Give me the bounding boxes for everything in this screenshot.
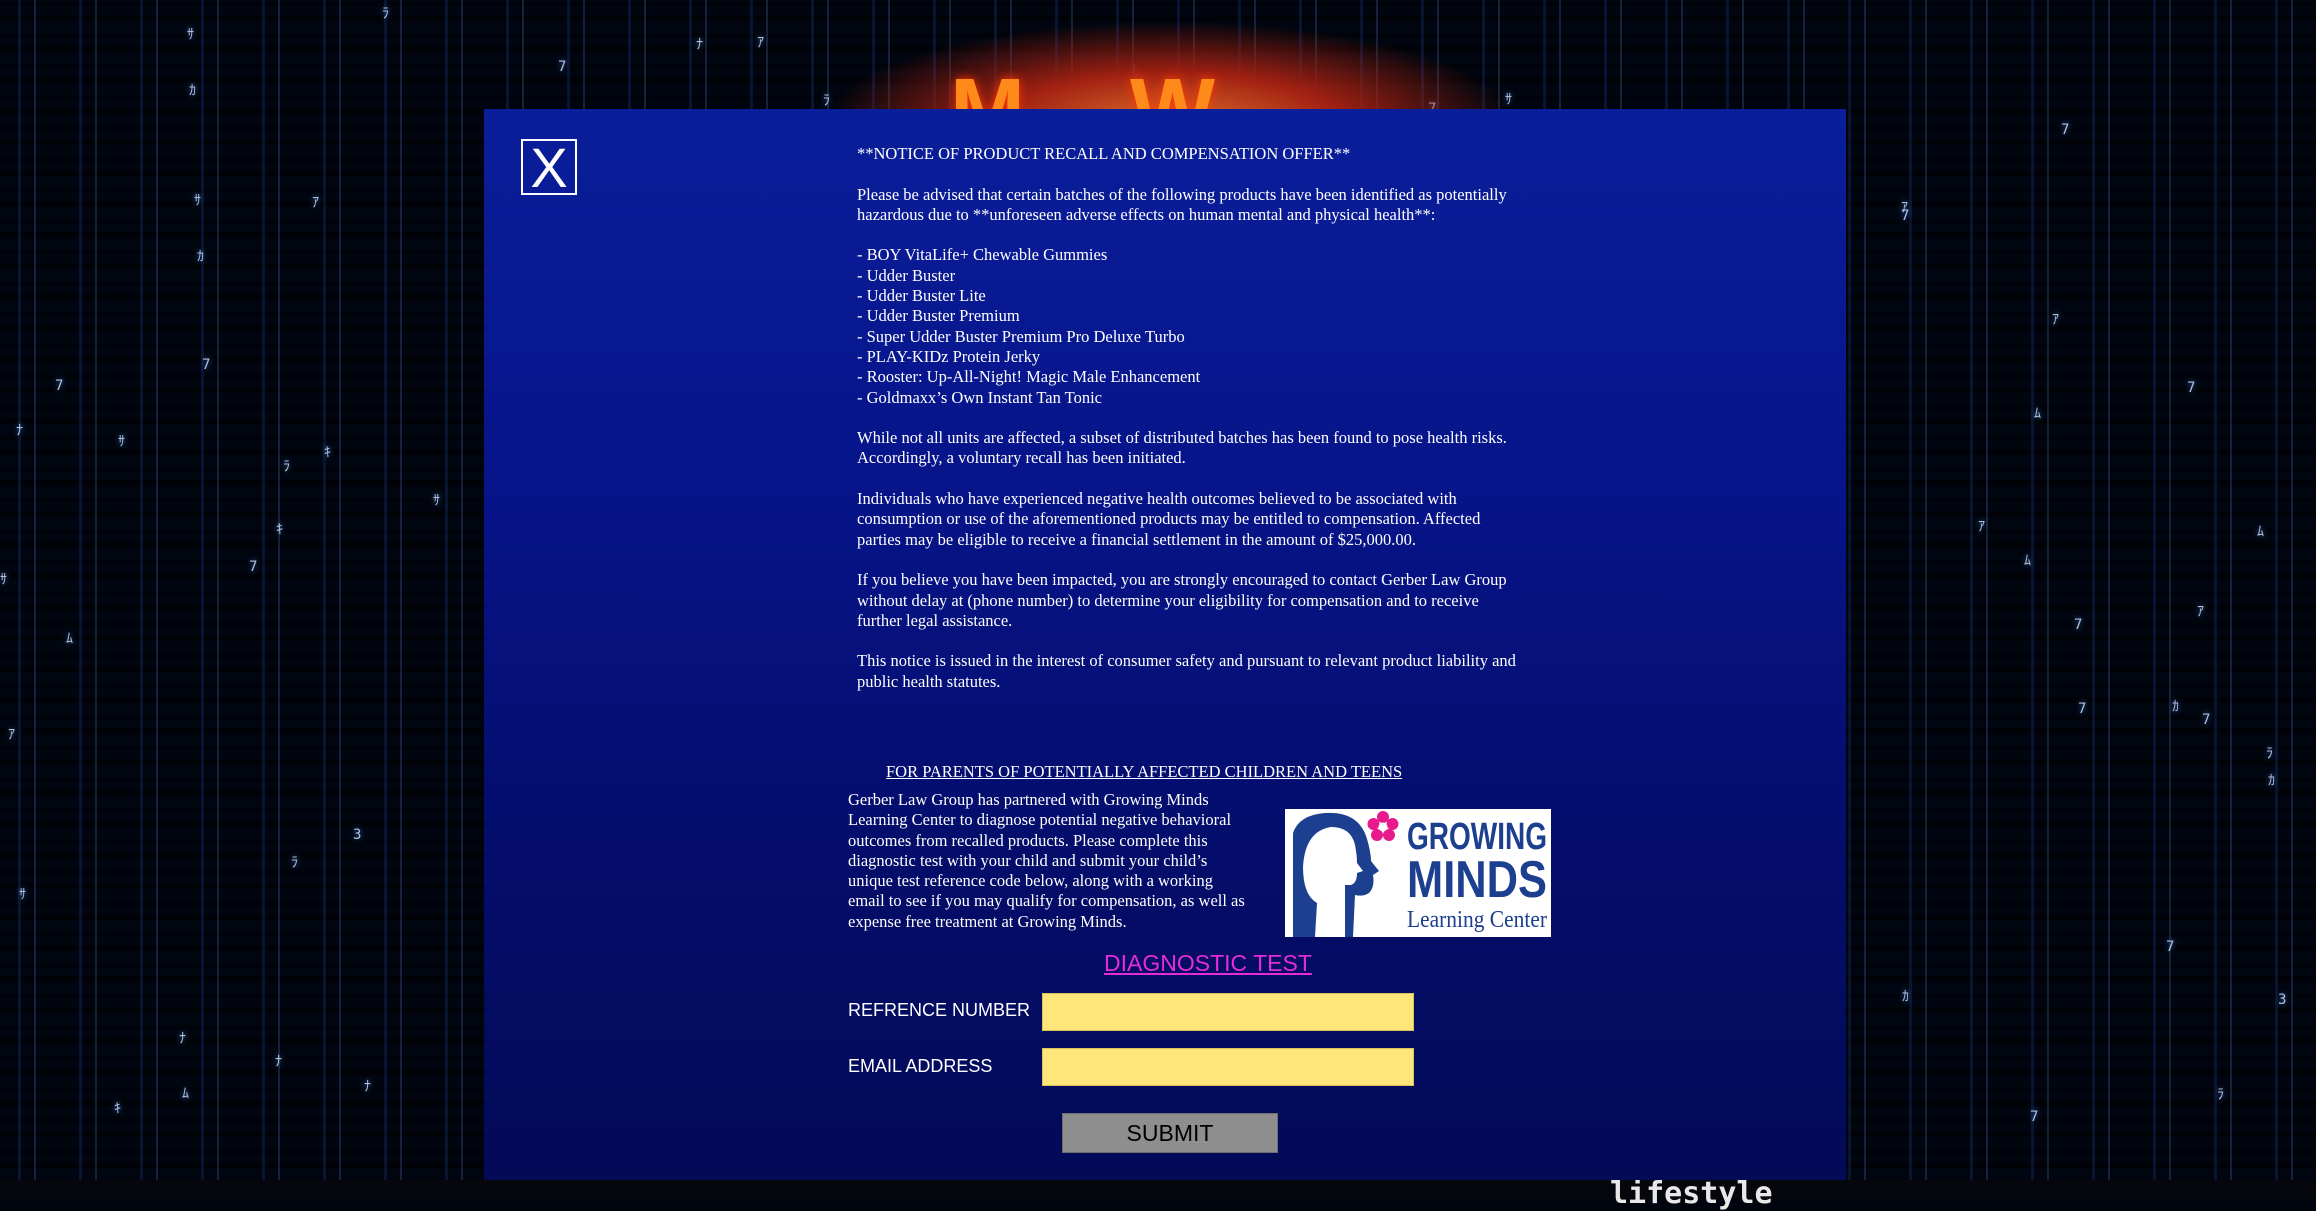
compensation-paragraph: Individuals who have experienced negativ… xyxy=(857,489,1481,549)
matrix-glyph: ｻ xyxy=(187,27,194,43)
reference-number-input[interactable] xyxy=(1042,993,1414,1031)
email-address-label: EMAIL ADDRESS xyxy=(848,1056,993,1076)
product-item: - Goldmaxx’s Own Instant Tan Tonic xyxy=(857,387,1103,407)
matrix-glyph: ﾅ xyxy=(275,1054,282,1070)
matrix-glyph: ﾅ xyxy=(696,37,703,53)
matrix-glyph: ｱ xyxy=(2197,604,2204,620)
matrix-glyph: ｻ xyxy=(194,193,201,209)
notice-title: **NOTICE OF PRODUCT RECALL AND COMPENSAT… xyxy=(857,144,1351,163)
matrix-glyph: ｱ xyxy=(2052,312,2059,328)
logo-line-minds: MINDS xyxy=(1407,851,1547,909)
matrix-glyph: ﾗ xyxy=(2266,746,2273,762)
matrix-glyph: ﾅ xyxy=(16,423,23,439)
background-footer-text: lifestyle xyxy=(1610,1176,1773,1211)
matrix-glyph: ｻ xyxy=(0,572,7,588)
matrix-glyph: ﾑ xyxy=(2024,553,2031,569)
product-item: - Rooster: Up-All-Night! Magic Male Enha… xyxy=(857,367,1201,387)
statute-paragraph: This notice is issued in the interest of… xyxy=(857,651,1516,691)
matrix-glyph: ﾑ xyxy=(66,631,73,647)
matrix-glyph: ｶ xyxy=(1902,989,1909,1005)
product-item: - BOY VitaLife+ Chewable Gummies xyxy=(857,245,1108,265)
contact-paragraph: If you believe you have been impacted, y… xyxy=(857,570,1507,630)
matrix-glyph: 7 xyxy=(2078,701,2087,717)
background-bottom-strip xyxy=(0,1180,2316,1199)
product-list: - BOY VitaLife+ Chewable Gummies - Udder… xyxy=(857,245,1527,407)
recall-paragraph: While not all units are affected, a subs… xyxy=(857,428,1507,468)
matrix-glyph: ﾑ xyxy=(2257,524,2264,540)
parents-paragraph: Gerber Law Group has partnered with Grow… xyxy=(848,790,1245,931)
matrix-glyph: 7 xyxy=(2166,939,2175,955)
matrix-glyph: ｱ xyxy=(8,727,15,743)
matrix-glyph: ｻ xyxy=(118,434,125,450)
matrix-glyph: ｷ xyxy=(324,445,331,461)
matrix-glyph: 7 xyxy=(2030,1109,2039,1125)
matrix-glyph: 7 xyxy=(2202,712,2211,728)
matrix-glyph: ﾑ xyxy=(2034,406,2041,422)
matrix-glyph: 7 xyxy=(2074,617,2083,633)
matrix-glyph: ｱ xyxy=(1978,519,1985,535)
matrix-glyph: ｶ xyxy=(2268,773,2275,789)
matrix-glyph: 3 xyxy=(2278,992,2287,1008)
email-address-input[interactable] xyxy=(1042,1048,1414,1086)
recall-notice: **NOTICE OF PRODUCT RECALL AND COMPENSAT… xyxy=(857,144,1527,712)
matrix-glyph: ﾗ xyxy=(2217,1087,2224,1103)
matrix-glyph: 7 xyxy=(2187,380,2196,396)
matrix-glyph: ｶ xyxy=(189,83,196,99)
matrix-glyph: 7 xyxy=(202,357,211,373)
product-item: - Super Udder Buster Premium Pro Deluxe … xyxy=(857,326,1185,346)
diagnostic-test-link[interactable]: DIAGNOSTIC TEST xyxy=(1104,950,1312,977)
matrix-glyph: 7 xyxy=(558,59,567,75)
matrix-glyph: ｱ xyxy=(757,35,764,51)
recall-modal: X **NOTICE OF PRODUCT RECALL AND COMPENS… xyxy=(484,109,1846,1180)
logo-line-learning-center: Learning Center xyxy=(1407,907,1547,933)
matrix-glyph: ｷ xyxy=(114,1101,121,1117)
matrix-glyph: 7 xyxy=(249,559,258,575)
matrix-glyph: ﾅ xyxy=(179,1031,186,1047)
submit-button[interactable]: SUBMIT xyxy=(1062,1113,1278,1153)
product-item: - Udder Buster Lite xyxy=(857,286,986,306)
matrix-glyph: ﾗ xyxy=(382,6,389,22)
matrix-glyph: ﾅ xyxy=(364,1079,371,1095)
matrix-glyph: ｷ xyxy=(276,522,283,538)
matrix-glyph: ｶ xyxy=(2172,699,2179,715)
matrix-glyph: ｶ xyxy=(197,249,204,265)
matrix-glyph: 3 xyxy=(353,827,362,843)
matrix-glyph: ﾑ xyxy=(182,1086,189,1102)
product-item: - Udder Buster xyxy=(857,265,956,285)
reference-number-label: REFRENCE NUMBER xyxy=(848,1000,1031,1020)
growing-minds-logo: GROWING MINDS Learning Center xyxy=(1285,809,1551,937)
product-item: - Udder Buster Premium xyxy=(857,306,1020,326)
matrix-glyph: ｻ xyxy=(19,887,26,903)
matrix-glyph: ﾗ xyxy=(283,459,290,475)
matrix-glyph: ﾗ xyxy=(291,855,298,871)
matrix-glyph: 7 xyxy=(1901,208,1910,224)
product-item: - PLAY-KIDz Protein Jerky xyxy=(857,346,1041,366)
matrix-glyph: 7 xyxy=(2061,122,2070,138)
close-button[interactable]: X xyxy=(521,139,577,196)
matrix-glyph: 7 xyxy=(55,378,64,394)
matrix-glyph: ｻ xyxy=(433,493,440,509)
matrix-glyph: ｱ xyxy=(312,195,319,211)
notice-intro: Please be advised that certain batches o… xyxy=(857,184,1507,224)
parents-heading: FOR PARENTS OF POTENTIALLY AFFECTED CHIL… xyxy=(886,762,1403,781)
